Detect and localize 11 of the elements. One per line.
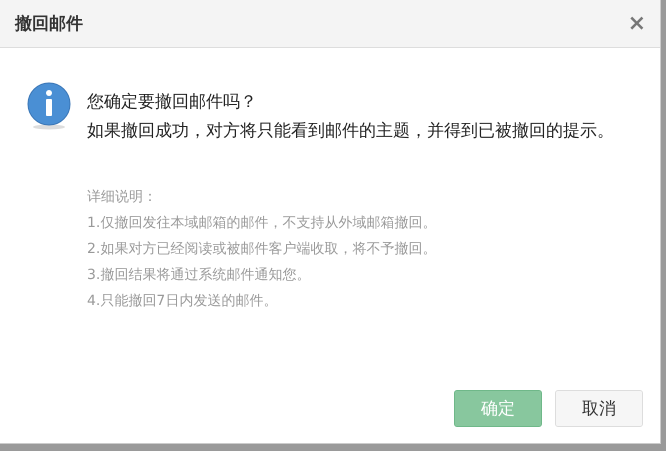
message-text: 您确定要撤回邮件吗？ xyxy=(87,91,258,114)
details-heading: 详细说明： xyxy=(87,188,158,207)
details-item: 1.仅撤回发往本域邮箱的邮件，不支持从外域邮箱撤回。 xyxy=(87,214,438,233)
details-item: 3.撤回结果将通过系统邮件通知您。 xyxy=(87,266,312,285)
message-text: 如果撤回成功，对方将只能看到邮件的主题，并得到已被撤回的提示。 xyxy=(87,120,614,143)
dialog-title: 撤回邮件 xyxy=(15,13,83,35)
details-item: 4.只能撤回7日内发送的邮件。 xyxy=(87,292,278,311)
close-button[interactable]: × xyxy=(628,12,646,34)
cancel-button[interactable]: 取消 xyxy=(555,390,643,427)
info-icon xyxy=(27,82,71,130)
details-item: 2.如果对方已经阅读或被邮件客户端收取，将不予撤回。 xyxy=(87,240,438,259)
